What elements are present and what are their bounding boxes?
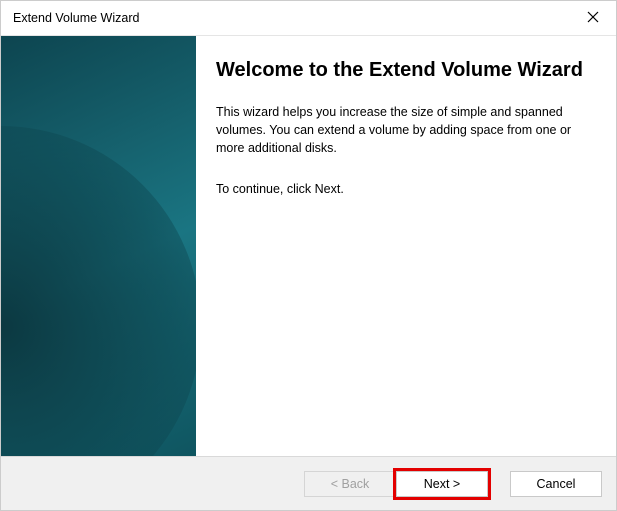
titlebar: Extend Volume Wizard [1, 1, 616, 35]
button-bar: < Back Next > Cancel [1, 456, 616, 510]
wizard-continue-text: To continue, click Next. [216, 181, 592, 199]
close-button[interactable] [570, 1, 616, 35]
cancel-button[interactable]: Cancel [510, 471, 602, 497]
nav-button-group: < Back Next > [304, 471, 488, 497]
wizard-sidebar-graphic [1, 36, 196, 456]
wizard-heading: Welcome to the Extend Volume Wizard [216, 58, 592, 83]
wizard-description: This wizard helps you increase the size … [216, 103, 592, 157]
window-title: Extend Volume Wizard [13, 11, 139, 25]
content-area: Welcome to the Extend Volume Wizard This… [1, 35, 616, 456]
wizard-dialog: Extend Volume Wizard Welcome to the Exte… [0, 0, 617, 511]
close-icon [587, 11, 599, 26]
back-button: < Back [304, 471, 396, 497]
next-button[interactable]: Next > [396, 471, 488, 497]
wizard-main-content: Welcome to the Extend Volume Wizard This… [196, 36, 616, 456]
